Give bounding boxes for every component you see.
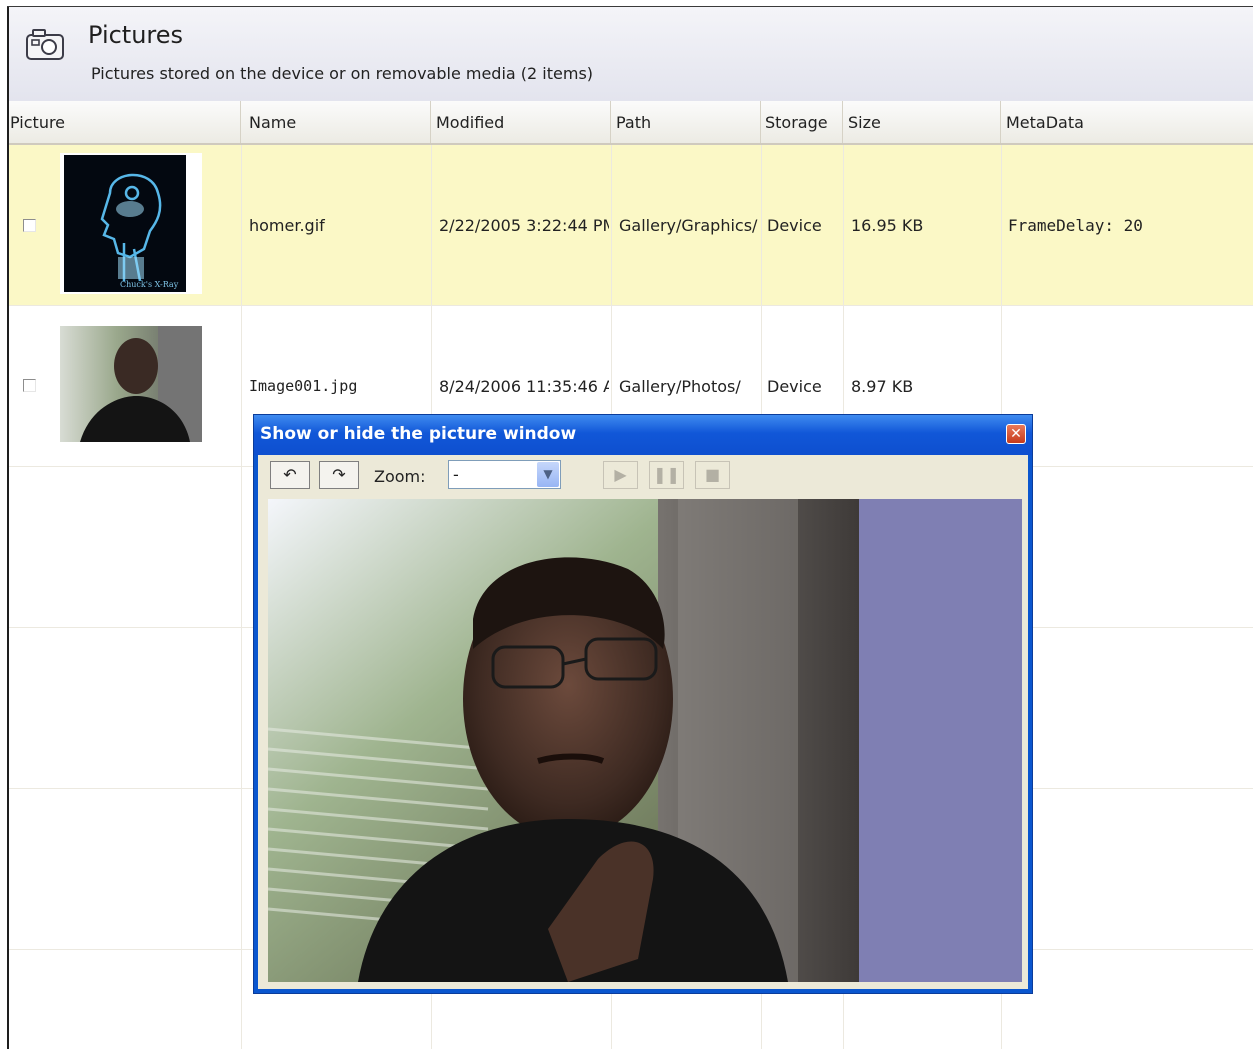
- row-modified: 2/22/2005 3:22:44 PM: [439, 216, 609, 235]
- picture-window-body: ↶ ↷ Zoom: - ▼ ▶ ❚❚ ■: [258, 455, 1028, 989]
- column-storage[interactable]: Storage: [761, 101, 843, 143]
- row-path: Gallery/Graphics/: [619, 216, 758, 235]
- row-storage: Device: [767, 377, 822, 396]
- page-title: Pictures: [88, 21, 184, 49]
- pictures-view: Pictures Pictures stored on the device o…: [0, 0, 1253, 1049]
- page-subtitle: Pictures stored on the device or on remo…: [91, 64, 594, 83]
- row-name: Image001.jpg: [249, 377, 358, 395]
- chevron-down-icon[interactable]: ▼: [537, 462, 559, 487]
- column-path[interactable]: Path: [611, 101, 761, 143]
- picture-preview: [268, 499, 859, 982]
- picture-thumbnail[interactable]: [60, 326, 202, 442]
- pause-icon: ❚❚: [653, 465, 680, 484]
- picture-window-title: Show or hide the picture window: [260, 424, 577, 444]
- play-button[interactable]: ▶: [603, 461, 638, 489]
- row-metadata: FrameDelay: 20: [1008, 216, 1143, 235]
- row-checkbox[interactable]: [23, 219, 36, 232]
- svg-text:Chuck's X-Ray: Chuck's X-Ray: [120, 280, 179, 289]
- zoom-value: -: [453, 465, 459, 484]
- row-storage: Device: [767, 216, 822, 235]
- row-size: 16.95 KB: [851, 216, 924, 235]
- stop-button[interactable]: ■: [695, 461, 730, 489]
- row-checkbox[interactable]: [23, 379, 36, 392]
- rotate-right-icon: ↷: [332, 465, 346, 484]
- row-path: Gallery/Photos/: [619, 377, 741, 396]
- row-name: homer.gif: [249, 216, 325, 235]
- play-icon: ▶: [614, 465, 627, 484]
- zoom-label: Zoom:: [374, 467, 426, 486]
- close-icon[interactable]: ✕: [1006, 424, 1026, 444]
- page-header: Pictures Pictures stored on the device o…: [9, 7, 1253, 102]
- column-picture[interactable]: Picture: [9, 101, 241, 143]
- picture-thumbnail[interactable]: Chuck's X-Ray: [60, 153, 202, 294]
- column-name[interactable]: Name: [241, 101, 431, 143]
- row-modified: 8/24/2006 11:35:46 AM: [439, 377, 609, 396]
- rotate-right-button[interactable]: ↷: [319, 461, 359, 489]
- row-size: 8.97 KB: [851, 377, 914, 396]
- pause-button[interactable]: ❚❚: [649, 461, 684, 489]
- rotate-left-button[interactable]: ↶: [270, 461, 310, 489]
- stop-icon: ■: [704, 465, 721, 484]
- picture-window[interactable]: Show or hide the picture window ✕ ↶ ↷ Zo…: [253, 414, 1033, 994]
- column-header: Picture Name Modified Path Storage Size …: [9, 101, 1253, 145]
- picture-area: [268, 499, 1022, 982]
- column-metadata[interactable]: MetaData: [1001, 101, 1253, 143]
- picture-window-titlebar[interactable]: Show or hide the picture window ✕: [254, 415, 1032, 455]
- camera-icon: [26, 29, 64, 60]
- rotate-left-icon: ↶: [283, 465, 297, 484]
- zoom-select[interactable]: - ▼: [448, 460, 561, 489]
- column-size[interactable]: Size: [843, 101, 1001, 143]
- column-modified[interactable]: Modified: [431, 101, 611, 143]
